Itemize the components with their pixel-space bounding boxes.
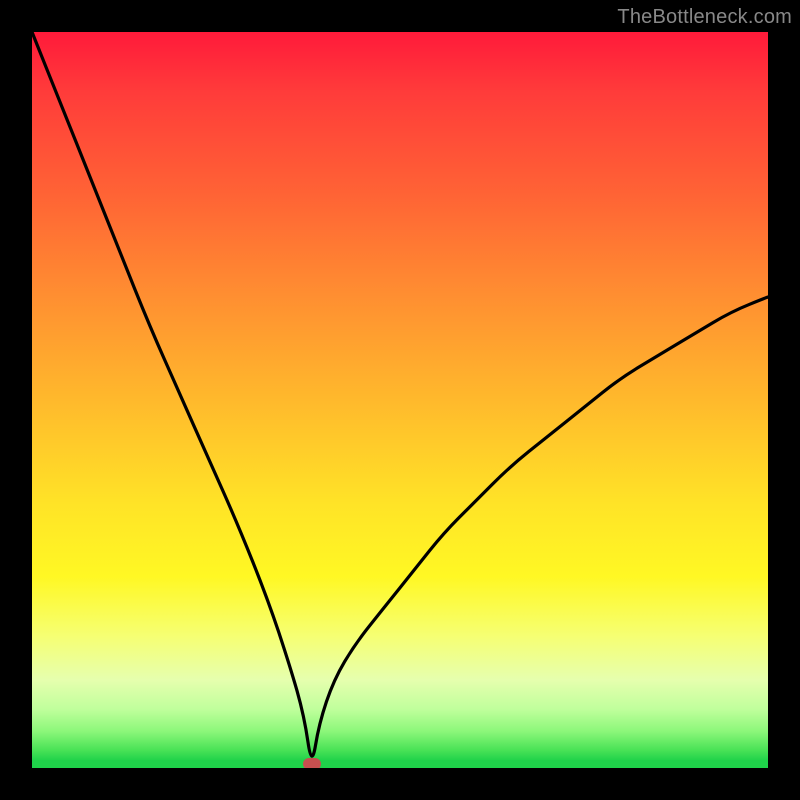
curve-svg: [32, 32, 768, 768]
minimum-marker: [303, 758, 321, 768]
chart-frame: TheBottleneck.com: [0, 0, 800, 800]
watermark-text: TheBottleneck.com: [617, 6, 792, 29]
plot-area: [32, 32, 768, 768]
bottleneck-curve: [32, 32, 768, 756]
curve-layer: [32, 32, 768, 768]
